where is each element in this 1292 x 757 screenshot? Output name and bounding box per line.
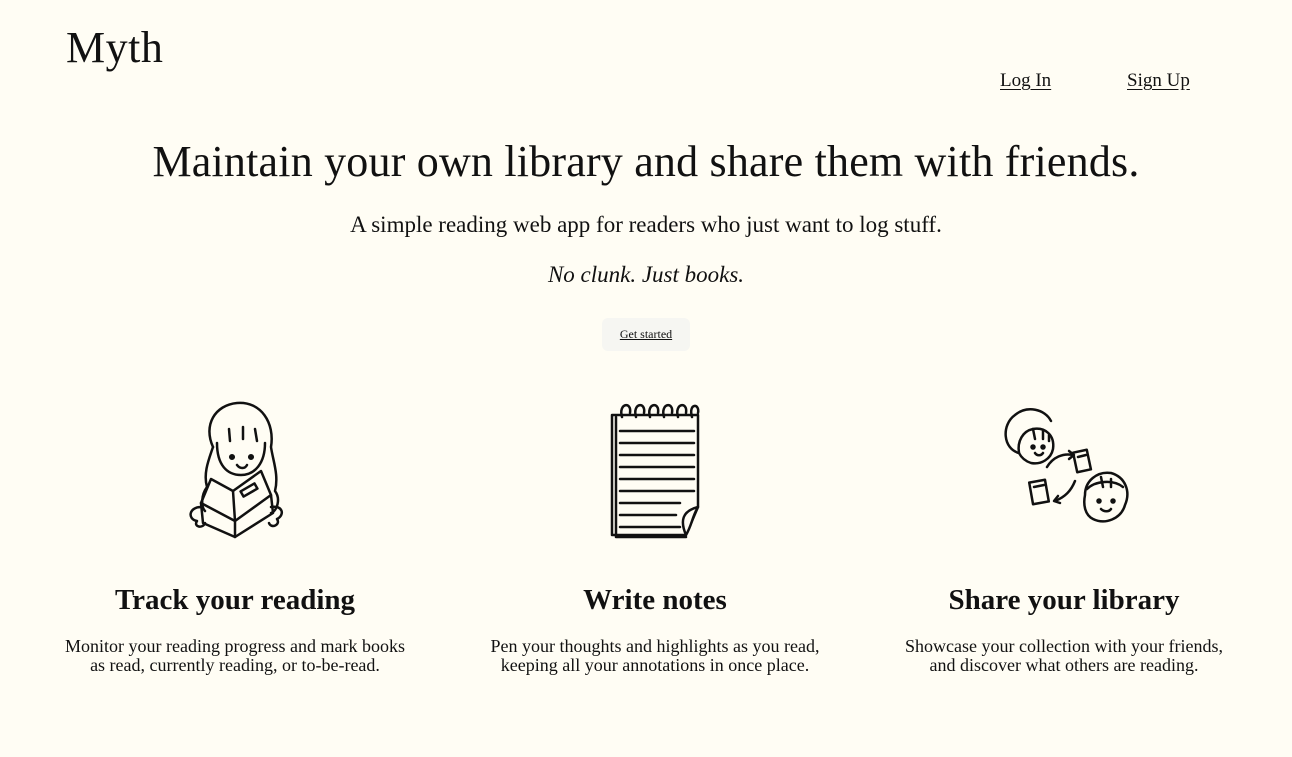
friends-sharing-books-illustration	[884, 395, 1244, 545]
signup-link[interactable]: Sign Up	[1127, 70, 1190, 92]
feature-description: Pen your thoughts and highlights as you …	[490, 636, 820, 675]
hero-tagline: No clunk. Just books.	[547, 262, 745, 287]
feature-description: Showcase your collection with your frien…	[905, 636, 1223, 675]
feature-write-notes: Write notes Pen your thoughts and highli…	[475, 395, 835, 675]
brand-logo[interactable]: Myth	[66, 26, 163, 70]
hero-section: Maintain your own library and share them…	[0, 134, 1292, 351]
hero-title: Maintain your own library and share them…	[152, 137, 1140, 186]
feature-title: Share your library	[948, 584, 1180, 616]
hero-subtitle: A simple reading web app for readers who…	[350, 212, 942, 237]
feature-share-library: Share your library Showcase your collect…	[884, 395, 1244, 675]
feature-title: Track your reading	[114, 584, 356, 616]
feature-title: Write notes	[583, 584, 727, 616]
feature-track-reading: Track your reading Monitor your reading …	[55, 395, 415, 675]
login-link[interactable]: Log In	[1000, 70, 1051, 92]
feature-description: Monitor your reading progress and mark b…	[65, 636, 405, 675]
get-started-button[interactable]: Get started	[601, 318, 691, 351]
reading-girl-illustration	[55, 395, 415, 545]
notepad-illustration	[475, 395, 835, 545]
